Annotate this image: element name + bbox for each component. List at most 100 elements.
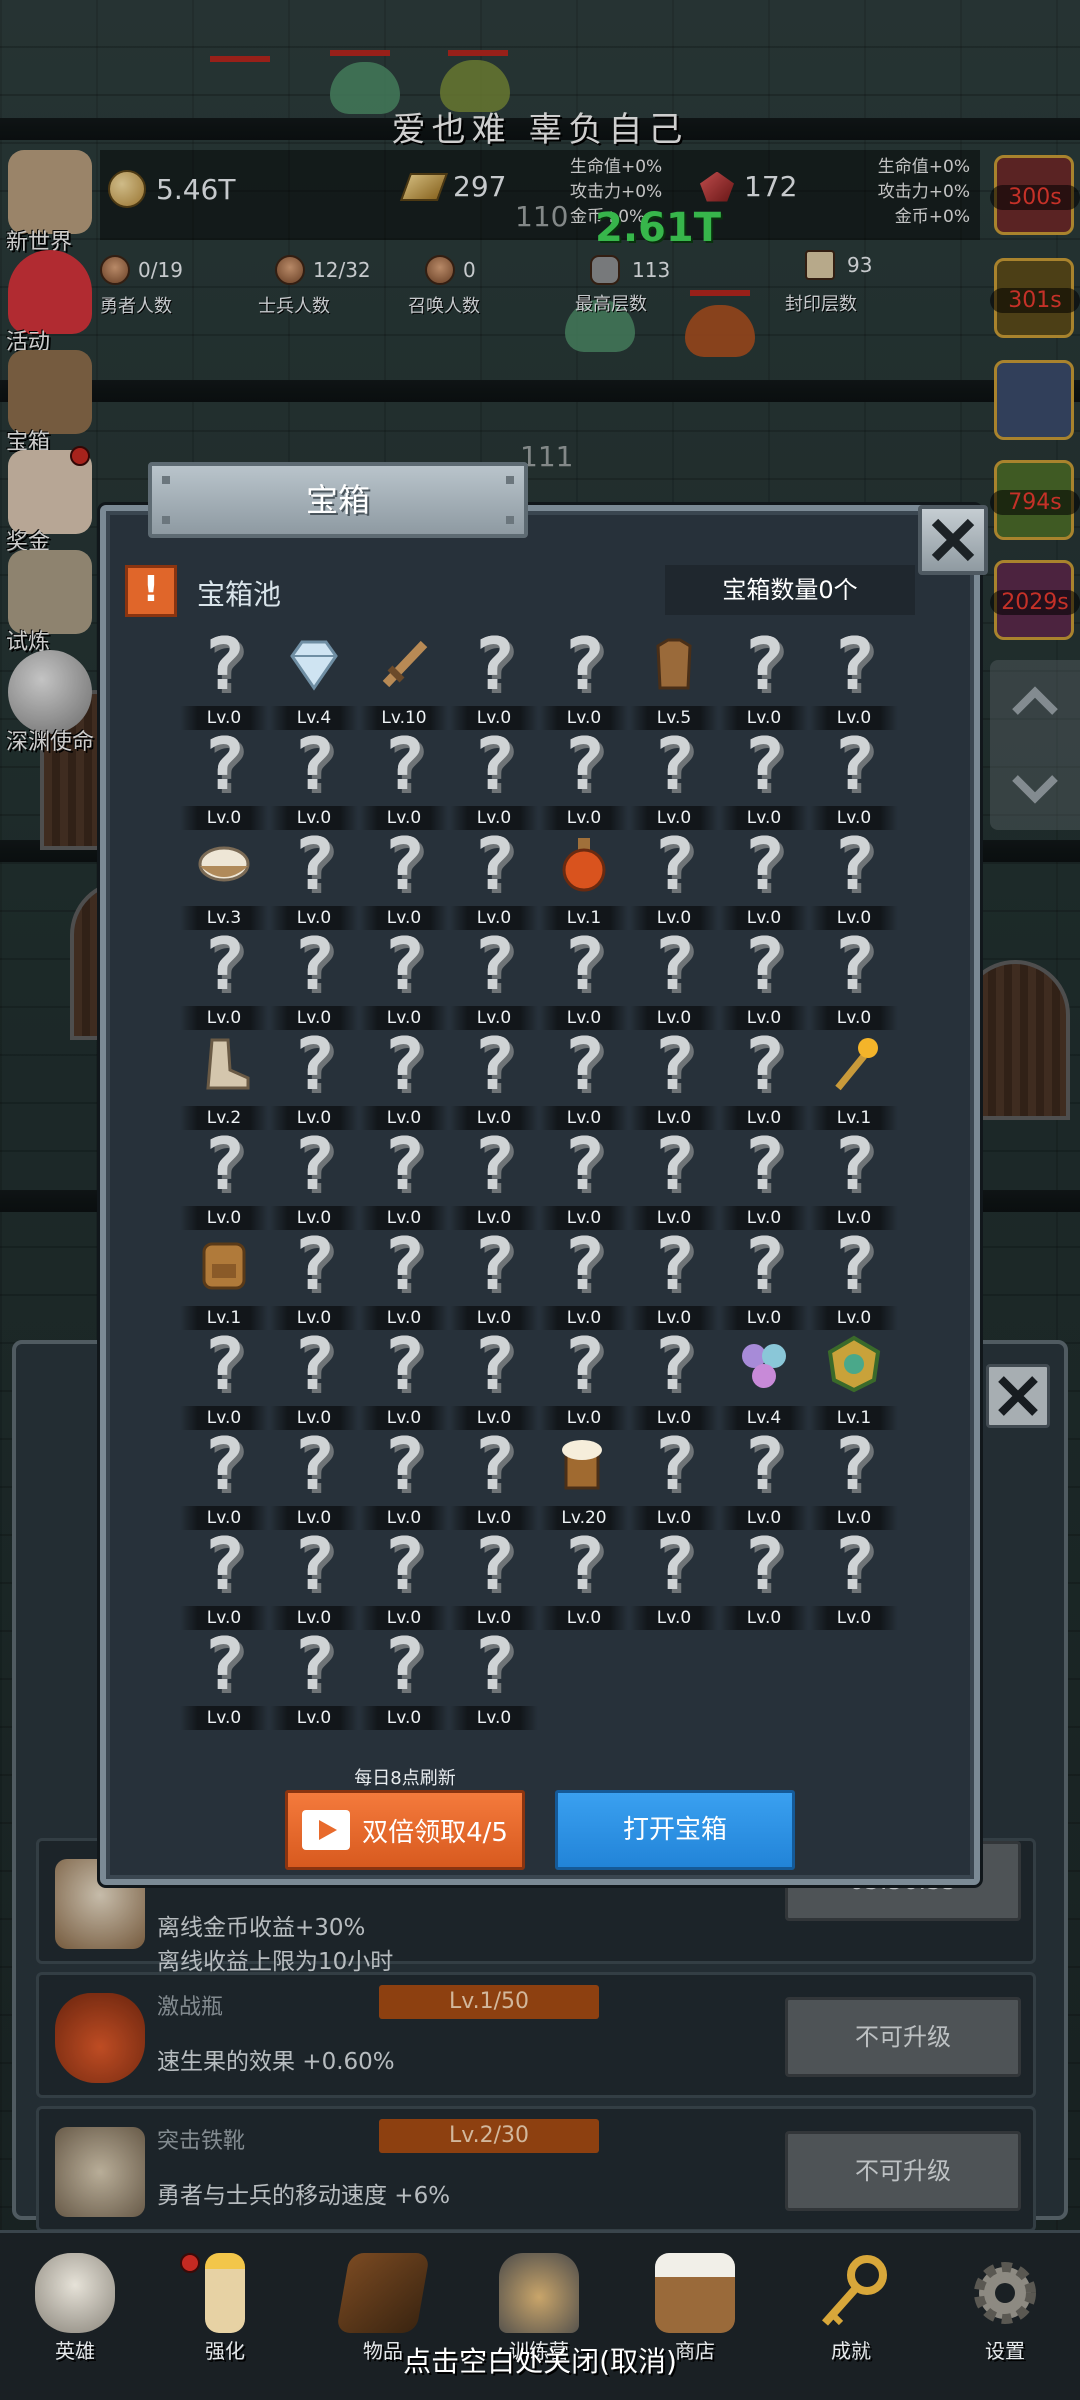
chest-item-cell[interactable]: ? Lv.0 (540, 728, 628, 830)
chest-item-cell[interactable]: ? Lv.0 (720, 822, 808, 930)
chest-item-cell[interactable]: ? Lv.0 (720, 1528, 808, 1630)
chest-item-cell[interactable]: ? Lv.0 (540, 928, 628, 1030)
chest-item-cell[interactable]: ? Lv.0 (630, 1228, 718, 1330)
chest-item-cell[interactable]: ? Lv.0 (540, 1328, 628, 1430)
chest-item-cell[interactable]: Lv.2 (180, 1030, 268, 1130)
chest-item-cell[interactable]: ? Lv.0 (450, 1628, 538, 1730)
chest-item-cell[interactable]: Lv.1 (810, 1330, 898, 1430)
chest-item-cell[interactable]: Lv.1 (540, 830, 628, 930)
unknown-item-icon: ? (554, 628, 614, 700)
chest-item-cell[interactable]: ? Lv.0 (720, 1028, 808, 1130)
chest-item-cell[interactable]: ? Lv.0 (270, 828, 358, 930)
info-icon[interactable]: ! (125, 565, 177, 617)
chest-item-cell[interactable]: ? Lv.0 (810, 1528, 898, 1630)
chest-item-cell[interactable]: ? Lv.0 (630, 1528, 718, 1630)
ale-mug-icon (554, 1430, 614, 1498)
chest-item-cell[interactable]: ? Lv.0 (720, 922, 808, 1030)
chest-item-cell[interactable]: ? Lv.0 (630, 928, 718, 1030)
chest-item-cell[interactable]: ? Lv.0 (540, 1028, 628, 1130)
chest-item-cell[interactable]: Lv.1 (810, 1030, 898, 1130)
chest-item-cell[interactable]: ? Lv.0 (180, 1328, 268, 1430)
chest-item-cell[interactable]: Lv.5 (630, 630, 718, 730)
chest-item-cell[interactable]: ? Lv.0 (720, 628, 808, 730)
chest-item-cell[interactable]: ? Lv.0 (270, 1028, 358, 1130)
chest-item-cell[interactable]: ? Lv.0 (360, 728, 448, 830)
chest-item-cell[interactable]: ? Lv.0 (450, 1128, 538, 1230)
chest-item-cell[interactable]: ? Lv.0 (270, 728, 358, 830)
chest-item-cell[interactable]: ? Lv.0 (720, 1228, 808, 1330)
chest-item-cell[interactable]: ? Lv.0 (720, 1128, 808, 1230)
chest-item-cell[interactable]: ? Lv.0 (360, 828, 448, 930)
chest-item-cell[interactable]: ? Lv.0 (360, 1222, 448, 1330)
chest-item-cell[interactable]: ? Lv.0 (450, 628, 538, 730)
double-claim-button[interactable]: 双倍领取4/5 (285, 1790, 525, 1870)
open-chest-button[interactable]: 打开宝箱 (555, 1790, 795, 1870)
chest-item-cell[interactable]: ? Lv.0 (720, 1428, 808, 1530)
chest-item-cell[interactable]: ? Lv.0 (360, 1628, 448, 1730)
chest-item-cell[interactable]: ? Lv.0 (180, 1128, 268, 1230)
chest-item-cell[interactable]: ? Lv.0 (270, 1628, 358, 1730)
chest-item-cell[interactable]: ? Lv.0 (810, 1428, 898, 1530)
chest-item-cell[interactable]: ? Lv.0 (270, 1428, 358, 1530)
item-level-label: Lv.0 (810, 1606, 898, 1630)
unknown-item-icon: ? (824, 728, 884, 800)
chest-item-cell[interactable]: ? Lv.0 (450, 1028, 538, 1130)
question-mark-icon: ? (382, 1322, 426, 1406)
question-mark-icon: ? (742, 922, 786, 1006)
question-mark-icon: ? (382, 1222, 426, 1306)
chest-item-cell[interactable]: ? Lv.0 (720, 728, 808, 830)
chest-item-cell[interactable]: Lv.1 (180, 1230, 268, 1330)
chest-item-cell[interactable]: ? Lv.0 (810, 728, 898, 830)
chest-item-cell[interactable]: ? Lv.0 (630, 1028, 718, 1130)
chest-item-cell[interactable]: ? Lv.0 (450, 1228, 538, 1330)
chest-item-cell[interactable]: ? Lv.0 (450, 828, 538, 930)
chest-item-cell[interactable]: ? Lv.0 (360, 1428, 448, 1530)
chest-item-cell[interactable]: ? Lv.0 (540, 1528, 628, 1630)
chest-item-cell[interactable]: ? Lv.0 (540, 1228, 628, 1330)
chest-item-cell[interactable]: ? Lv.0 (810, 828, 898, 930)
question-mark-icon: ? (742, 822, 786, 906)
chest-item-cell[interactable]: ? Lv.0 (180, 628, 268, 730)
chest-item-cell[interactable]: ? Lv.0 (540, 1128, 628, 1230)
chest-item-cell[interactable]: Lv.4 (720, 1330, 808, 1430)
chest-item-cell[interactable]: ? Lv.0 (630, 1328, 718, 1430)
chest-item-cell[interactable]: ? Lv.0 (450, 1328, 538, 1430)
chest-item-cell[interactable]: ? Lv.0 (450, 1528, 538, 1630)
chest-item-cell[interactable]: ? Lv.0 (450, 728, 538, 830)
chest-item-cell[interactable]: ? Lv.0 (540, 628, 628, 730)
chest-item-cell[interactable]: ? Lv.0 (180, 928, 268, 1030)
chest-item-cell[interactable]: ? Lv.0 (450, 928, 538, 1030)
chest-item-cell[interactable]: ? Lv.0 (360, 1128, 448, 1230)
chest-item-cell[interactable]: ? Lv.0 (270, 1328, 358, 1430)
chest-item-cell[interactable]: ? Lv.0 (630, 1428, 718, 1530)
chest-item-cell[interactable]: ? Lv.0 (810, 628, 898, 730)
chest-item-cell[interactable]: ? Lv.0 (270, 1128, 358, 1230)
chest-item-cell[interactable]: ? Lv.0 (270, 928, 358, 1030)
chest-item-cell[interactable]: ? Lv.0 (180, 1428, 268, 1530)
chest-item-cell[interactable]: ? Lv.0 (810, 1128, 898, 1230)
chest-item-cell[interactable]: ? Lv.0 (270, 1528, 358, 1630)
chest-item-cell[interactable]: ? Lv.0 (630, 828, 718, 930)
chest-item-cell[interactable]: ? Lv.0 (180, 1628, 268, 1730)
question-mark-icon: ? (382, 922, 426, 1006)
chest-item-cell[interactable]: Lv.20 (540, 1430, 628, 1530)
chest-item-cell[interactable]: ? Lv.0 (450, 1428, 538, 1530)
chest-item-cell[interactable]: ? Lv.0 (180, 1528, 268, 1630)
chest-item-cell[interactable]: ? Lv.0 (630, 728, 718, 830)
chest-item-cell[interactable]: ? Lv.0 (360, 1028, 448, 1130)
chest-item-cell[interactable]: ? Lv.0 (270, 1228, 358, 1330)
chest-item-cell[interactable]: ? Lv.0 (810, 1228, 898, 1330)
tap-to-close-hint[interactable]: 点击空白处关闭(取消) (0, 2340, 1080, 2380)
chest-item-cell[interactable]: ? Lv.0 (810, 928, 898, 1030)
chest-item-cell[interactable]: ? Lv.0 (360, 922, 448, 1030)
chest-item-cell[interactable]: Lv.3 (180, 830, 268, 930)
unknown-item-icon: ? (284, 728, 344, 800)
chest-item-cell[interactable]: ? Lv.0 (360, 1322, 448, 1430)
chest-item-cell[interactable]: ? Lv.0 (180, 728, 268, 830)
chest-item-cell[interactable]: ? Lv.0 (360, 1528, 448, 1630)
unknown-item-icon: ? (644, 1028, 704, 1100)
chest-item-cell[interactable]: Lv.10 (360, 630, 448, 730)
chest-item-cell[interactable]: Lv.4 (270, 630, 358, 730)
gem-cluster-icon (734, 1330, 794, 1398)
chest-item-cell[interactable]: ? Lv.0 (630, 1128, 718, 1230)
